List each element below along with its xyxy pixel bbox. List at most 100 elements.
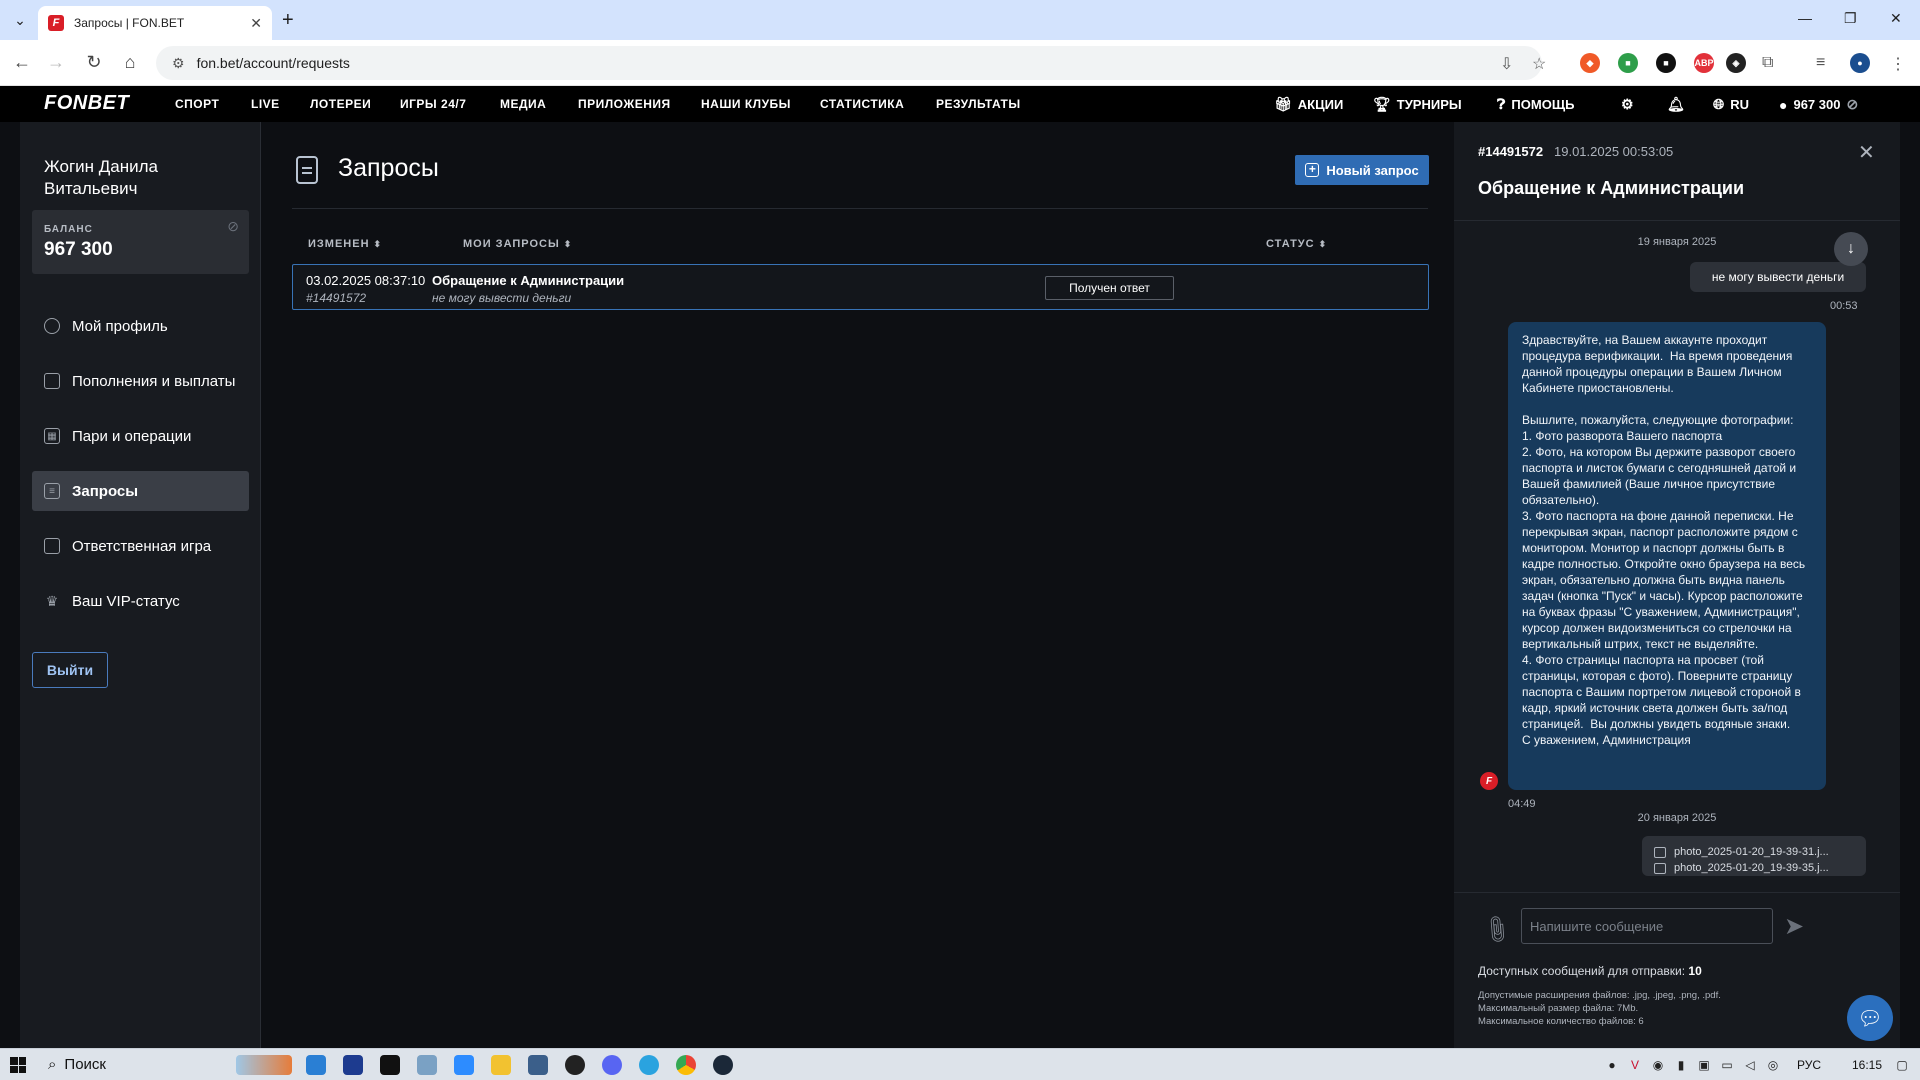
browser-tabbar: ⌄ F Запросы | FON.BET ✕ + — ❐ ✕ bbox=[0, 0, 1920, 40]
app-l-icon[interactable] bbox=[343, 1055, 363, 1075]
scroll-down-button[interactable]: ↓ bbox=[1834, 232, 1868, 266]
steam-icon[interactable] bbox=[713, 1055, 733, 1075]
taskbar-search[interactable]: ⌕ Поиск bbox=[48, 1056, 106, 1073]
adblock-icon[interactable]: ABP bbox=[1694, 53, 1714, 73]
column-my-requests[interactable]: МОИ ЗАПРОСЫ ⬍ bbox=[463, 238, 572, 250]
mail-app-icon[interactable] bbox=[306, 1055, 326, 1075]
close-panel-icon[interactable]: ✕ bbox=[1858, 140, 1875, 165]
minimize-icon[interactable]: — bbox=[1798, 10, 1812, 26]
app-n-icon[interactable] bbox=[380, 1055, 400, 1075]
network-icon[interactable]: ◎ bbox=[1766, 1058, 1780, 1072]
new-request-button[interactable]: + Новый запрос bbox=[1295, 155, 1429, 185]
profile-avatar[interactable]: ● bbox=[1850, 53, 1870, 73]
user-message: не могу вывести деньги bbox=[1690, 262, 1866, 292]
nav-clubs[interactable]: НАШИ КЛУБЫ bbox=[701, 97, 791, 111]
close-window-icon[interactable]: ✕ bbox=[1890, 10, 1902, 27]
back-icon[interactable]: ← bbox=[10, 52, 34, 73]
nav-sport[interactable]: СПОРТ bbox=[175, 97, 219, 111]
message-input[interactable] bbox=[1521, 908, 1773, 944]
attachment-file[interactable]: photo_2025-01-20_19-39-31.j... bbox=[1654, 844, 1854, 860]
zoom-app-icon[interactable] bbox=[454, 1055, 474, 1075]
image-icon bbox=[1654, 846, 1666, 858]
home-icon[interactable]: ⌂ bbox=[118, 52, 142, 73]
site-info-icon[interactable]: ⚙ bbox=[172, 55, 185, 72]
settings-button[interactable]: ⚙ bbox=[1621, 96, 1634, 113]
reload-icon[interactable]: ↻ bbox=[82, 52, 106, 73]
file-explorer-icon[interactable] bbox=[491, 1055, 511, 1075]
fonbet-logo[interactable]: FONBET bbox=[44, 92, 129, 115]
chat-bubble-icon[interactable]: 💬︎ bbox=[1847, 995, 1893, 1041]
column-status[interactable]: СТАТУС ⬍ bbox=[1266, 238, 1327, 250]
gear-icon: ⚙ bbox=[1621, 96, 1634, 112]
restore-icon[interactable]: ❐ bbox=[1844, 10, 1857, 27]
help-link[interactable]: ❓︎ ПОМОЩЬ bbox=[1497, 96, 1574, 113]
windows-start-icon[interactable] bbox=[10, 1057, 26, 1073]
tray-v-icon[interactable]: V bbox=[1628, 1058, 1642, 1072]
account-balance[interactable]: ● 967 300 ⊘ bbox=[1779, 96, 1858, 113]
discord-icon[interactable] bbox=[602, 1055, 622, 1075]
nav-media[interactable]: МЕДИА bbox=[500, 97, 546, 111]
install-app-icon[interactable]: ⇩ bbox=[1500, 54, 1513, 74]
app-tools-icon[interactable] bbox=[417, 1055, 437, 1075]
paperclip-icon[interactable]: 📎︎ bbox=[1479, 912, 1515, 947]
nav-lotteries[interactable]: ЛОТЕРЕИ bbox=[310, 97, 371, 111]
nav-live[interactable]: LIVE bbox=[251, 97, 280, 111]
promo-link[interactable]: 🎁︎ АКЦИИ bbox=[1274, 96, 1343, 113]
microphone-icon[interactable]: ▮ bbox=[1674, 1058, 1688, 1072]
day-separator: 19 января 2025 bbox=[1637, 236, 1717, 248]
nav-results[interactable]: РЕЗУЛЬТАТЫ bbox=[936, 97, 1021, 111]
browser-menu-icon[interactable]: ⋮ bbox=[1890, 54, 1906, 74]
browser-tab[interactable]: F Запросы | FON.BET ✕ bbox=[38, 6, 272, 40]
crown-icon: ♛ bbox=[45, 592, 59, 609]
sidebar-item-requests[interactable]: ≡ Запросы bbox=[32, 471, 249, 511]
eye-off-icon[interactable]: ⊘ bbox=[227, 218, 239, 235]
logout-button[interactable]: Выйти bbox=[32, 652, 108, 688]
nav-apps[interactable]: ПРИЛОЖЕНИЯ bbox=[578, 97, 671, 111]
notifications-icon[interactable]: ▢ bbox=[1895, 1058, 1909, 1072]
table-row[interactable]: 03.02.2025 08:37:10 #14491572 Обращение … bbox=[292, 264, 1429, 310]
extensions-puzzle-icon[interactable]: ⧉ bbox=[1762, 54, 1773, 72]
ticket-datetime: 19.01.2025 00:53:05 bbox=[1554, 144, 1674, 159]
tray-app-icon[interactable]: ▣ bbox=[1697, 1058, 1711, 1072]
sidebar-item-vip[interactable]: ♛ Ваш VIP-статус bbox=[32, 581, 249, 621]
volume-icon[interactable]: ◁ bbox=[1743, 1058, 1757, 1072]
widget-thumbnail[interactable] bbox=[236, 1055, 292, 1075]
input-language[interactable]: РУС bbox=[1797, 1058, 1821, 1072]
language-switch[interactable]: 🌐︎ RU bbox=[1713, 96, 1749, 113]
battery-icon[interactable]: ▭ bbox=[1720, 1058, 1734, 1072]
tray-steam-icon[interactable]: ◉ bbox=[1651, 1058, 1665, 1072]
attachment-file[interactable]: photo_2025-01-20_19-39-35.j... bbox=[1654, 860, 1854, 876]
keyboard-app-icon[interactable] bbox=[528, 1055, 548, 1075]
nav-games[interactable]: ИГРЫ 24/7 bbox=[400, 97, 466, 111]
bookmark-star-icon[interactable]: ☆ bbox=[1532, 54, 1546, 74]
new-tab-button[interactable]: + bbox=[282, 10, 294, 30]
hide-balance-icon[interactable]: ⊘ bbox=[1846, 96, 1858, 113]
telegram-icon[interactable] bbox=[639, 1055, 659, 1075]
extension-green-icon[interactable]: ■ bbox=[1618, 53, 1638, 73]
media-control-icon[interactable]: ≡ bbox=[1816, 54, 1825, 72]
tab-list-icon[interactable]: ⌄ bbox=[6, 8, 34, 32]
sidebar-item-responsible-gaming[interactable]: Ответственная игра bbox=[32, 526, 249, 566]
forward-icon[interactable]: → bbox=[44, 52, 68, 73]
divider bbox=[292, 208, 1428, 209]
column-changed[interactable]: ИЗМЕНЕН ⬍ bbox=[308, 238, 382, 250]
send-icon[interactable]: ➤ bbox=[1784, 912, 1804, 941]
user-icon bbox=[44, 318, 60, 334]
close-tab-icon[interactable]: ✕ bbox=[250, 15, 262, 32]
tournaments-link[interactable]: 🏆︎ ТУРНИРЫ bbox=[1373, 96, 1462, 113]
sidebar-item-profile[interactable]: Мой профиль bbox=[32, 306, 249, 346]
extension-shield-icon[interactable]: ◈ bbox=[1726, 53, 1746, 73]
balance-card: БАЛАНС 967 300 ⊘ bbox=[32, 210, 249, 274]
notifications-button[interactable]: 🔔︎ bbox=[1667, 96, 1685, 113]
extension-dark-icon[interactable]: ■ bbox=[1656, 53, 1676, 73]
chrome-icon[interactable] bbox=[676, 1055, 696, 1075]
sidebar-item-payments[interactable]: Пополнения и выплаты bbox=[32, 361, 249, 401]
clock[interactable]: 16:15 bbox=[1852, 1058, 1882, 1072]
address-bar[interactable]: ⚙ fon.bet/account/requests bbox=[156, 46, 1542, 80]
document-icon bbox=[296, 156, 318, 184]
sidebar-item-bets[interactable]: ▦ Пари и операции bbox=[32, 416, 249, 456]
tray-circle-icon[interactable]: ● bbox=[1605, 1058, 1619, 1072]
app-ball-icon[interactable] bbox=[565, 1055, 585, 1075]
extension-fire-icon[interactable]: ◆ bbox=[1580, 53, 1600, 73]
nav-statistics[interactable]: СТАТИСТИКА bbox=[820, 97, 904, 111]
